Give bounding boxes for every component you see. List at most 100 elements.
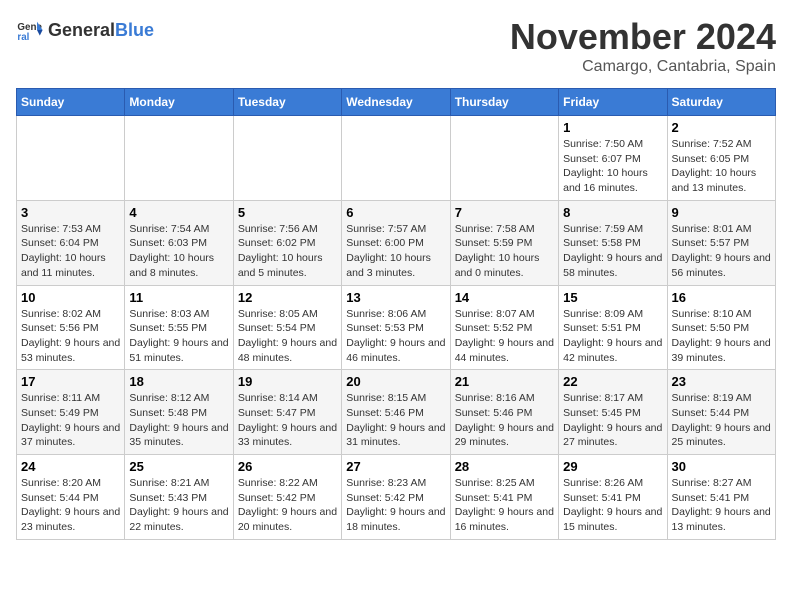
- day-info: Sunrise: 8:05 AMSunset: 5:54 PMDaylight:…: [238, 307, 337, 366]
- day-number: 4: [129, 205, 228, 220]
- calendar-cell: 30 Sunrise: 8:27 AMSunset: 5:41 PMDayligh…: [667, 455, 775, 540]
- day-number: 20: [346, 374, 445, 389]
- calendar-cell: 8 Sunrise: 7:59 AMSunset: 5:58 PMDaylight…: [559, 200, 667, 285]
- day-number: 17: [21, 374, 120, 389]
- day-info: Sunrise: 8:10 AMSunset: 5:50 PMDaylight:…: [672, 307, 771, 366]
- day-info: Sunrise: 8:25 AMSunset: 5:41 PMDaylight:…: [455, 476, 554, 535]
- weekday-header-sunday: Sunday: [17, 89, 125, 116]
- day-info: Sunrise: 8:01 AMSunset: 5:57 PMDaylight:…: [672, 222, 771, 281]
- day-number: 28: [455, 459, 554, 474]
- logo-text-general: General: [48, 20, 115, 40]
- day-number: 23: [672, 374, 771, 389]
- day-number: 27: [346, 459, 445, 474]
- day-number: 11: [129, 290, 228, 305]
- calendar-cell: 4Sunrise: 7:54 AMSunset: 6:03 PMDaylight…: [125, 200, 233, 285]
- day-info: Sunrise: 8:03 AMSunset: 5:55 PMDaylight:…: [129, 307, 228, 366]
- day-info: Sunrise: 8:09 AMSunset: 5:51 PMDaylight:…: [563, 307, 662, 366]
- calendar-cell: 20Sunrise: 8:15 AMSunset: 5:46 PMDayligh…: [342, 370, 450, 455]
- calendar-week-row: 1 Sunrise: 7:50 AMSunset: 6:07 PMDaylight…: [17, 116, 776, 201]
- calendar-cell: [125, 116, 233, 201]
- day-info: Sunrise: 8:06 AMSunset: 5:53 PMDaylight:…: [346, 307, 445, 366]
- logo-text-blue: Blue: [115, 20, 154, 40]
- calendar-cell: 18Sunrise: 8:12 AMSunset: 5:48 PMDayligh…: [125, 370, 233, 455]
- day-info: Sunrise: 8:17 AMSunset: 5:45 PMDaylight:…: [563, 391, 662, 450]
- weekday-header-friday: Friday: [559, 89, 667, 116]
- day-info: Sunrise: 7:53 AMSunset: 6:04 PMDaylight:…: [21, 222, 120, 281]
- day-info: Sunrise: 7:52 AMSunset: 6:05 PMDaylight:…: [672, 137, 771, 196]
- day-number: 21: [455, 374, 554, 389]
- calendar-cell: 15 Sunrise: 8:09 AMSunset: 5:51 PMDayligh…: [559, 285, 667, 370]
- day-number: 6: [346, 205, 445, 220]
- calendar-cell: 27 Sunrise: 8:23 AMSunset: 5:42 PMDayligh…: [342, 455, 450, 540]
- day-number: 29: [563, 459, 662, 474]
- calendar-cell: 1 Sunrise: 7:50 AMSunset: 6:07 PMDaylight…: [559, 116, 667, 201]
- location-title: Camargo, Cantabria, Spain: [510, 58, 776, 76]
- calendar-week-row: 17 Sunrise: 8:11 AMSunset: 5:49 PMDayligh…: [17, 370, 776, 455]
- weekday-header-thursday: Thursday: [450, 89, 558, 116]
- calendar-cell: [342, 116, 450, 201]
- day-number: 3: [21, 205, 120, 220]
- calendar-cell: 26 Sunrise: 8:22 AMSunset: 5:42 PMDayligh…: [233, 455, 341, 540]
- calendar-cell: 23 Sunrise: 8:19 AMSunset: 5:44 PMDayligh…: [667, 370, 775, 455]
- weekday-header-monday: Monday: [125, 89, 233, 116]
- calendar-cell: 25Sunrise: 8:21 AMSunset: 5:43 PMDayligh…: [125, 455, 233, 540]
- calendar-cell: 10 Sunrise: 8:02 AMSunset: 5:56 PMDayligh…: [17, 285, 125, 370]
- day-info: Sunrise: 7:59 AMSunset: 5:58 PMDaylight:…: [563, 222, 662, 281]
- day-info: Sunrise: 8:22 AMSunset: 5:42 PMDaylight:…: [238, 476, 337, 535]
- day-info: Sunrise: 7:50 AMSunset: 6:07 PMDaylight:…: [563, 137, 662, 196]
- day-info: Sunrise: 8:07 AMSunset: 5:52 PMDaylight:…: [455, 307, 554, 366]
- weekday-header-row: SundayMondayTuesdayWednesdayThursdayFrid…: [17, 89, 776, 116]
- day-info: Sunrise: 8:27 AMSunset: 5:41 PMDaylight:…: [672, 476, 771, 535]
- header: Gene ral GeneralBlue November 2024 Camar…: [16, 16, 776, 76]
- day-info: Sunrise: 8:19 AMSunset: 5:44 PMDaylight:…: [672, 391, 771, 450]
- day-number: 22: [563, 374, 662, 389]
- calendar-cell: [233, 116, 341, 201]
- day-number: 2: [672, 120, 771, 135]
- day-number: 26: [238, 459, 337, 474]
- day-info: Sunrise: 8:16 AMSunset: 5:46 PMDaylight:…: [455, 391, 554, 450]
- month-title: November 2024: [510, 16, 776, 58]
- calendar-cell: 14 Sunrise: 8:07 AMSunset: 5:52 PMDayligh…: [450, 285, 558, 370]
- day-number: 7: [455, 205, 554, 220]
- day-info: Sunrise: 8:20 AMSunset: 5:44 PMDaylight:…: [21, 476, 120, 535]
- logo-icon: Gene ral: [16, 16, 44, 44]
- calendar-cell: 13 Sunrise: 8:06 AMSunset: 5:53 PMDayligh…: [342, 285, 450, 370]
- day-number: 13: [346, 290, 445, 305]
- weekday-header-saturday: Saturday: [667, 89, 775, 116]
- calendar-cell: 5Sunrise: 7:56 AMSunset: 6:02 PMDaylight…: [233, 200, 341, 285]
- weekday-header-tuesday: Tuesday: [233, 89, 341, 116]
- calendar-cell: 19 Sunrise: 8:14 AMSunset: 5:47 PMDayligh…: [233, 370, 341, 455]
- day-info: Sunrise: 7:57 AMSunset: 6:00 PMDaylight:…: [346, 222, 445, 281]
- day-number: 14: [455, 290, 554, 305]
- calendar-cell: 3 Sunrise: 7:53 AMSunset: 6:04 PMDaylight…: [17, 200, 125, 285]
- day-number: 15: [563, 290, 662, 305]
- calendar-cell: 7 Sunrise: 7:58 AMSunset: 5:59 PMDaylight…: [450, 200, 558, 285]
- svg-text:ral: ral: [17, 32, 29, 43]
- day-number: 24: [21, 459, 120, 474]
- day-number: 25: [129, 459, 228, 474]
- day-number: 5: [238, 205, 337, 220]
- day-info: Sunrise: 8:12 AMSunset: 5:48 PMDaylight:…: [129, 391, 228, 450]
- calendar-cell: 17 Sunrise: 8:11 AMSunset: 5:49 PMDayligh…: [17, 370, 125, 455]
- day-number: 30: [672, 459, 771, 474]
- day-number: 1: [563, 120, 662, 135]
- day-info: Sunrise: 8:02 AMSunset: 5:56 PMDaylight:…: [21, 307, 120, 366]
- day-info: Sunrise: 8:23 AMSunset: 5:42 PMDaylight:…: [346, 476, 445, 535]
- weekday-header-wednesday: Wednesday: [342, 89, 450, 116]
- day-info: Sunrise: 7:58 AMSunset: 5:59 PMDaylight:…: [455, 222, 554, 281]
- day-number: 19: [238, 374, 337, 389]
- day-info: Sunrise: 8:26 AMSunset: 5:41 PMDaylight:…: [563, 476, 662, 535]
- calendar-cell: 29 Sunrise: 8:26 AMSunset: 5:41 PMDayligh…: [559, 455, 667, 540]
- calendar-week-row: 10 Sunrise: 8:02 AMSunset: 5:56 PMDayligh…: [17, 285, 776, 370]
- day-number: 10: [21, 290, 120, 305]
- day-number: 16: [672, 290, 771, 305]
- calendar-cell: 11 Sunrise: 8:03 AMSunset: 5:55 PMDayligh…: [125, 285, 233, 370]
- day-number: 8: [563, 205, 662, 220]
- calendar-cell: 24 Sunrise: 8:20 AMSunset: 5:44 PMDayligh…: [17, 455, 125, 540]
- calendar-cell: 22 Sunrise: 8:17 AMSunset: 5:45 PMDayligh…: [559, 370, 667, 455]
- title-area: November 2024 Camargo, Cantabria, Spain: [510, 16, 776, 76]
- day-info: Sunrise: 8:14 AMSunset: 5:47 PMDaylight:…: [238, 391, 337, 450]
- day-number: 12: [238, 290, 337, 305]
- day-info: Sunrise: 8:11 AMSunset: 5:49 PMDaylight:…: [21, 391, 120, 450]
- calendar-cell: 16 Sunrise: 8:10 AMSunset: 5:50 PMDayligh…: [667, 285, 775, 370]
